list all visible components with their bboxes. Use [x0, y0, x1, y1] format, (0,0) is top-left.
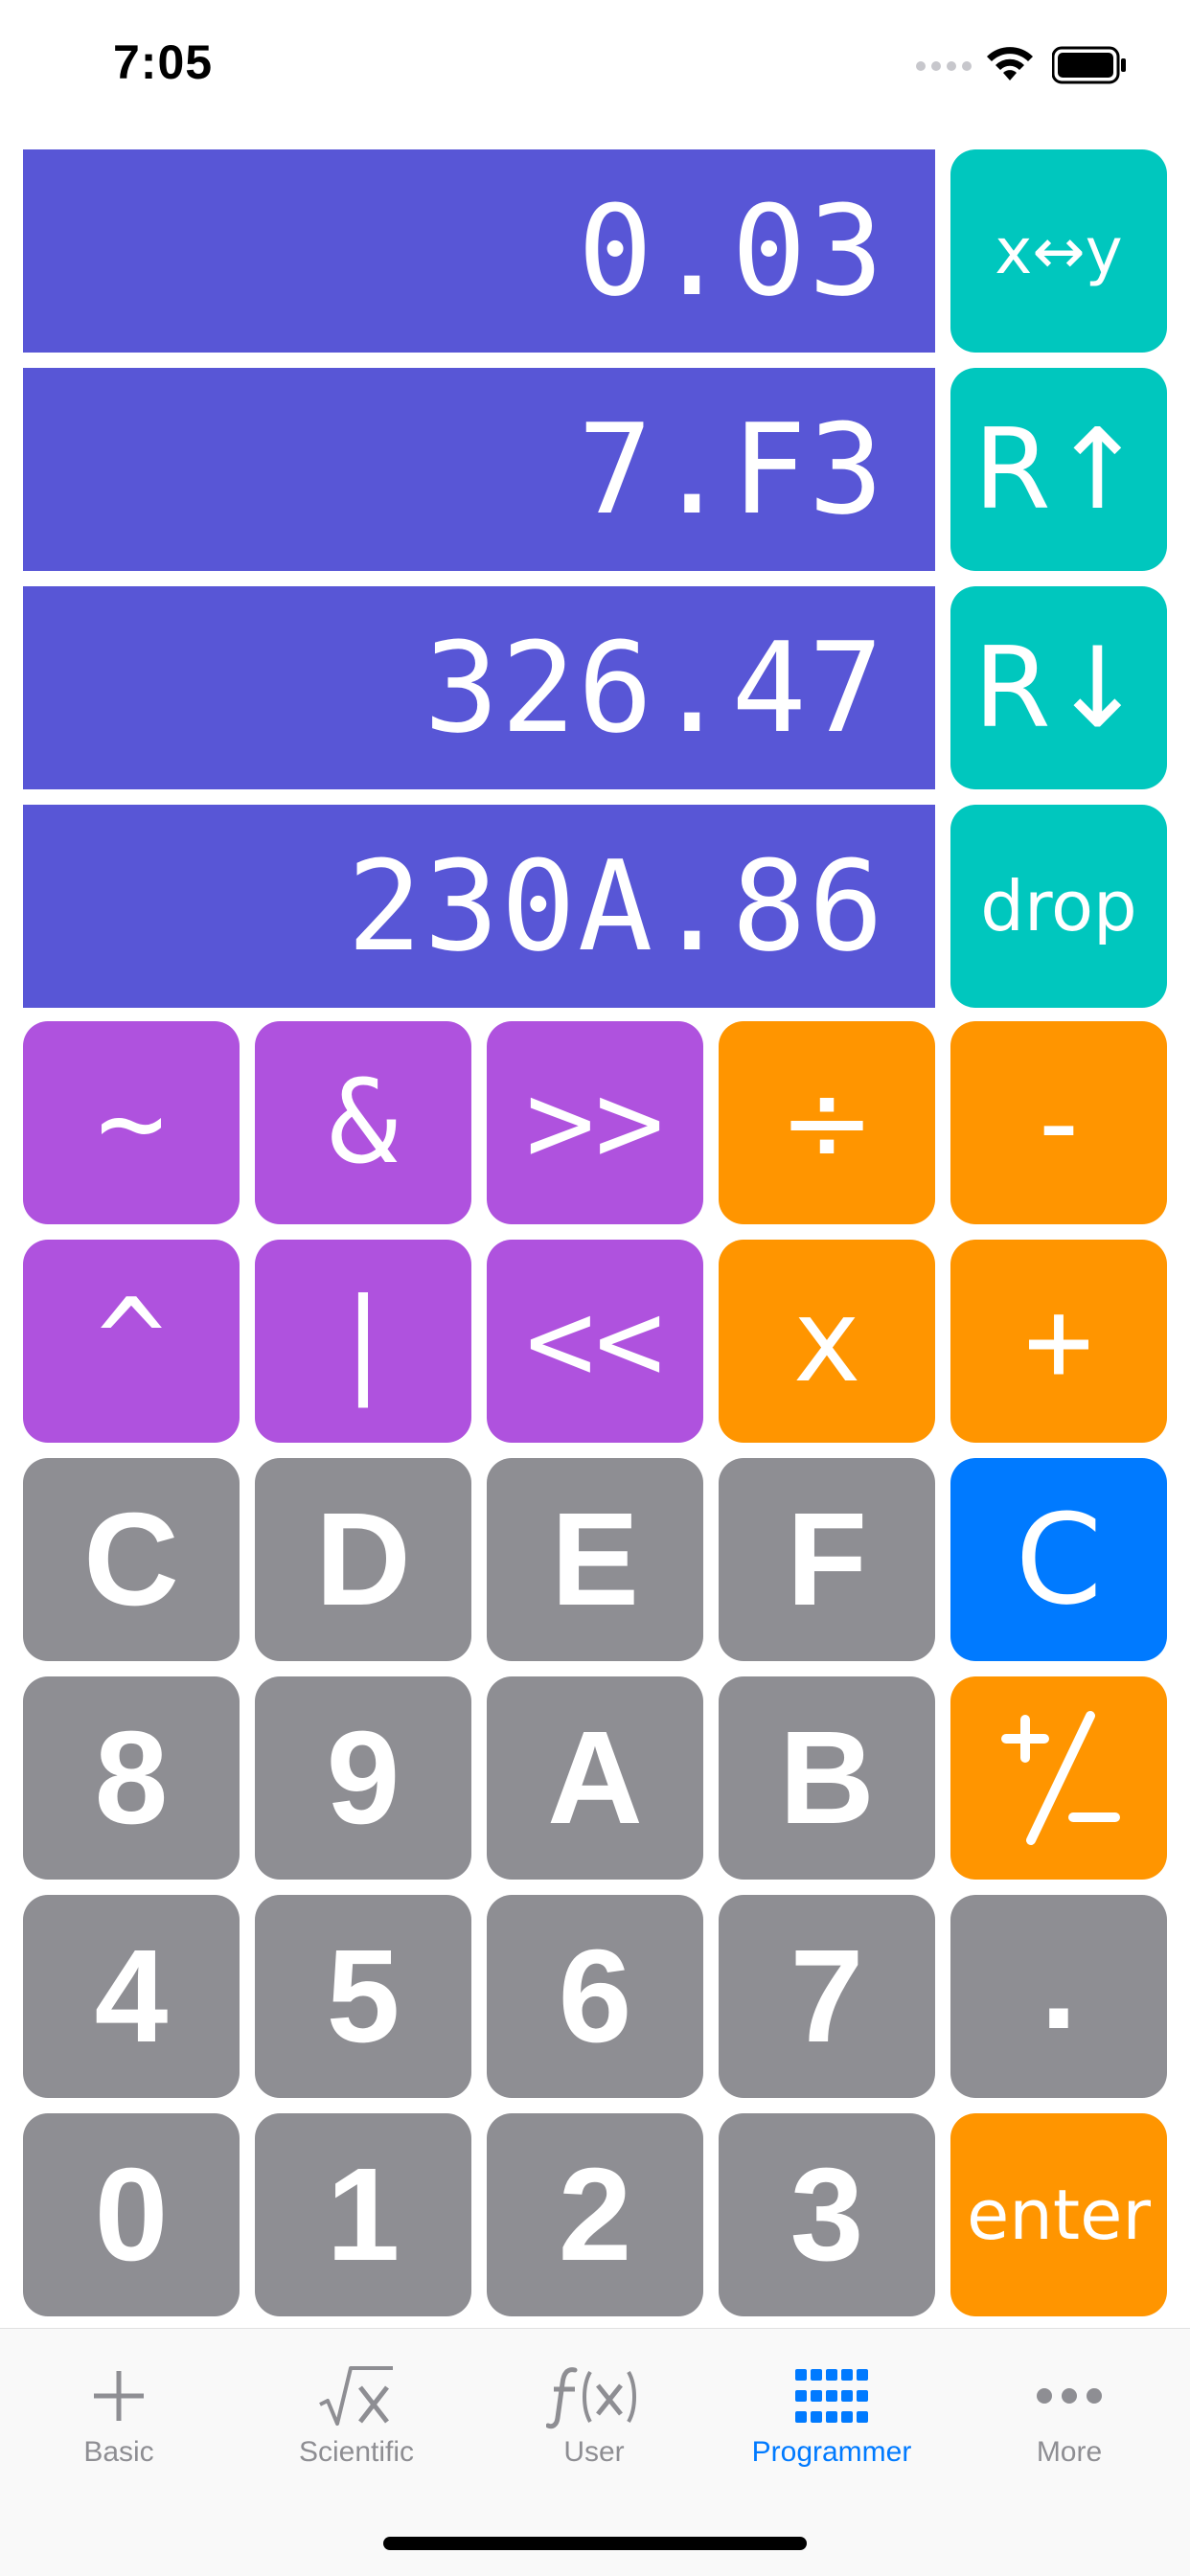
ellipsis-icon [1037, 2388, 1102, 2404]
bitwise-or-button[interactable]: | [255, 1240, 471, 1443]
subtract-button[interactable]: - [950, 1021, 1167, 1224]
tab-basic[interactable]: Basic [0, 2329, 238, 2492]
drop-button[interactable]: drop [950, 805, 1167, 1008]
bitwise-xor-button[interactable]: ^ [23, 1240, 240, 1443]
digit-f-button[interactable]: F [719, 1458, 935, 1661]
stack-value: 7.F3 [577, 397, 885, 542]
digit-9-button[interactable]: 9 [255, 1676, 471, 1880]
digit-0-button[interactable]: 0 [23, 2113, 240, 2316]
digit-7-button[interactable]: 7 [719, 1895, 935, 2098]
stack-value: 326.47 [423, 615, 885, 761]
sqrt-x-icon [319, 2366, 393, 2426]
home-indicator[interactable] [383, 2537, 807, 2550]
digit-4-button[interactable]: 4 [23, 1895, 240, 2098]
plus-minus-icon [1001, 1711, 1120, 1845]
digit-6-button[interactable]: 6 [487, 1895, 703, 2098]
wifi-icon [987, 47, 1033, 80]
cellular-signal-icon [916, 61, 972, 71]
digit-8-button[interactable]: 8 [23, 1676, 240, 1880]
battery-icon [1052, 46, 1126, 84]
divide-button[interactable]: ÷ [719, 1021, 935, 1224]
digit-e-button[interactable]: E [487, 1458, 703, 1661]
stack-value: 0.03 [577, 178, 885, 324]
shift-right-button[interactable]: >> [487, 1021, 703, 1224]
digit-c-button[interactable]: C [23, 1458, 240, 1661]
digit-3-button[interactable]: 3 [719, 2113, 935, 2316]
tab-label: Basic [83, 2436, 154, 2468]
tab-label: Scientific [298, 2436, 415, 2468]
digit-a-button[interactable]: A [487, 1676, 703, 1880]
digit-5-button[interactable]: 5 [255, 1895, 471, 2098]
roll-down-button[interactable]: R↓ [950, 586, 1167, 789]
function-icon [546, 2367, 636, 2429]
stack-row-x: 0.03 [23, 149, 935, 353]
add-button[interactable]: + [950, 1240, 1167, 1443]
status-bar: 7:05 [0, 0, 1190, 134]
stack-row-t: 230A.86 [23, 805, 935, 1008]
bitwise-not-button[interactable]: ~ [23, 1021, 240, 1224]
tab-more[interactable]: More [950, 2329, 1188, 2492]
clear-button[interactable]: C [950, 1458, 1167, 1661]
sign-toggle-button[interactable] [950, 1676, 1167, 1880]
digit-2-button[interactable]: 2 [487, 2113, 703, 2316]
grid-icon [795, 2369, 868, 2423]
digit-b-button[interactable]: B [719, 1676, 935, 1880]
status-time: 7:05 [113, 35, 214, 89]
stack-row-z: 326.47 [23, 586, 935, 789]
digit-1-button[interactable]: 1 [255, 2113, 471, 2316]
tab-label: User [563, 2436, 625, 2468]
multiply-button[interactable]: x [719, 1240, 935, 1443]
swap-xy-button[interactable]: x↔y [950, 149, 1167, 353]
bitwise-and-button[interactable]: & [255, 1021, 471, 1224]
tab-label: Programmer [751, 2436, 912, 2468]
digit-d-button[interactable]: D [255, 1458, 471, 1661]
decimal-point-button[interactable]: . [950, 1895, 1167, 2098]
tab-label: More [1036, 2436, 1103, 2468]
stack-value: 230A.86 [347, 833, 885, 979]
shift-left-button[interactable]: << [487, 1240, 703, 1443]
tab-programmer[interactable]: Programmer [713, 2329, 950, 2492]
tab-scientific[interactable]: Scientific [238, 2329, 475, 2492]
stack-row-y: 7.F3 [23, 368, 935, 571]
roll-up-button[interactable]: R↑ [950, 368, 1167, 571]
plus-icon [94, 2371, 144, 2421]
tab-user[interactable]: User [475, 2329, 713, 2492]
enter-button[interactable]: enter [950, 2113, 1167, 2316]
